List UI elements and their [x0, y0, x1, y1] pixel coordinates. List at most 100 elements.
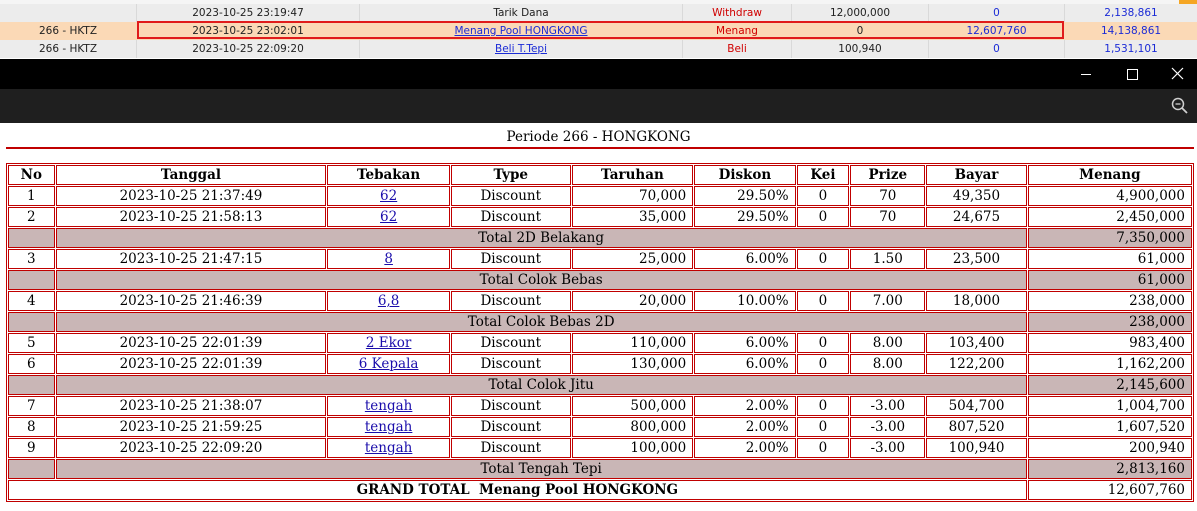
table-body: 1 2023-10-25 21:37:49 62 Discount 70,000 29.5…: [8, 186, 1192, 479]
cell-tanggal: 2023-10-25 22:01:39: [55, 354, 327, 374]
table-row: 1 2023-10-25 21:37:49 62 Discount 70,000 29.5…: [8, 186, 1192, 206]
cell-no: 3: [8, 249, 55, 269]
period-title: Periode 266 - HONGKONG: [506, 129, 691, 145]
cell-kei: 0: [796, 396, 850, 416]
tx-type: Withdraw: [712, 7, 762, 19]
cell-type: Discount: [450, 291, 571, 311]
transaction-history-strip: 2023-10-25 23:19:47 Tarik Dana Withdraw …: [0, 0, 1197, 59]
tebakan-link[interactable]: tengah: [365, 398, 413, 414]
popup-title-bar: [0, 59, 1197, 89]
cell-type: Discount: [450, 186, 571, 206]
cell-menang: 200,940: [1027, 438, 1192, 458]
popup-toolbar: [0, 89, 1197, 123]
tx-type: Beli: [727, 43, 747, 55]
cell-tanggal: 2023-10-25 21:58:13: [55, 207, 327, 227]
cell-diskon: 10.00%: [694, 291, 796, 311]
cell-prize: -3.00: [850, 396, 926, 416]
tx-description: Beli T.Tepi: [360, 40, 682, 58]
cell-taruhan: 800,000: [571, 417, 694, 437]
tx-datetime: 2023-10-25 22:09:20: [192, 43, 304, 55]
cell-taruhan: 25,000: [571, 249, 694, 269]
subtotal-spacer: [8, 228, 55, 248]
subtotal-row: Total Colok Jitu 2,145,600: [8, 375, 1192, 395]
cell-type: Discount: [450, 249, 571, 269]
tx-code: [0, 4, 136, 22]
subtotal-label: Total 2D Belakang: [55, 228, 1027, 248]
tebakan-link[interactable]: 8: [384, 251, 393, 267]
subtotal-value: 2,145,600: [1027, 375, 1192, 395]
cell-tanggal: 2023-10-25 21:38:07: [55, 396, 327, 416]
cell-tanggal: 2023-10-25 21:37:49: [55, 186, 327, 206]
maximize-icon[interactable]: [1109, 59, 1155, 89]
tebakan-link[interactable]: 6 Kepala: [359, 356, 419, 372]
subtotal-value: 238,000: [1027, 312, 1192, 332]
cell-tanggal: 2023-10-25 21:59:25: [55, 417, 327, 437]
tx-code: 266 - HKTZ: [38, 43, 98, 55]
cell-diskon: 2.00%: [694, 438, 796, 458]
tebakan-link[interactable]: 2 Ekor: [366, 335, 412, 351]
header-tebakan: Tebakan: [327, 165, 450, 185]
cell-no: 4: [8, 291, 55, 311]
selected-row-highlight: [137, 21, 1064, 39]
tebakan-link[interactable]: tengah: [365, 419, 413, 435]
tx-debit: 12,000,000: [829, 7, 891, 19]
cell-no: 9: [8, 438, 55, 458]
cell-tanggal: 2023-10-25 21:47:15: [55, 249, 327, 269]
cell-no: 1: [8, 186, 55, 206]
cell-menang: 1,607,520: [1027, 417, 1192, 437]
title-divider: [6, 147, 1194, 149]
tx-credit: 0: [993, 7, 1000, 19]
cell-kei: 0: [796, 438, 850, 458]
header-menang: Menang: [1027, 165, 1192, 185]
cell-kei: 0: [796, 249, 850, 269]
cell-bayar: 100,940: [926, 438, 1027, 458]
header-tanggal: Tanggal: [55, 165, 327, 185]
tebakan-link[interactable]: 6,8: [378, 293, 399, 309]
zoom-out-icon[interactable]: [1169, 95, 1191, 117]
header-diskon: Diskon: [694, 165, 796, 185]
close-icon[interactable]: [1151, 59, 1197, 89]
subtotal-label: Total Colok Bebas: [55, 270, 1027, 290]
tx-description-link[interactable]: Beli T.Tepi: [495, 43, 547, 55]
minimize-icon[interactable]: [1063, 59, 1109, 89]
subtotal-spacer: [8, 270, 55, 290]
cell-taruhan: 100,000: [571, 438, 694, 458]
tx-credit: 0: [993, 43, 1000, 55]
cell-diskon: 2.00%: [694, 396, 796, 416]
cell-diskon: 2.00%: [694, 417, 796, 437]
cell-tebakan: 6 Kepala: [327, 354, 450, 374]
cell-diskon: 29.50%: [694, 207, 796, 227]
cell-taruhan: 110,000: [571, 333, 694, 353]
subtotal-row: Total Colok Bebas 2D 238,000: [8, 312, 1192, 332]
cell-no: 5: [8, 333, 55, 353]
tebakan-link[interactable]: 62: [380, 188, 397, 204]
bet-detail-panel: Periode 266 - HONGKONG No Tanggal Tebaka…: [0, 123, 1197, 511]
cell-no: 2: [8, 207, 55, 227]
cell-prize: 1.50: [850, 249, 926, 269]
cell-kei: 0: [796, 417, 850, 437]
cell-tebakan: 2 Ekor: [327, 333, 450, 353]
cell-kei: 0: [796, 207, 850, 227]
tebakan-link[interactable]: tengah: [365, 440, 413, 456]
tebakan-link[interactable]: 62: [380, 209, 397, 225]
subtotal-spacer: [8, 312, 55, 332]
cell-tebakan: tengah: [327, 417, 450, 437]
grand-total-row: GRAND TOTAL Menang Pool HONGKONG 12,607,…: [8, 480, 1192, 500]
cell-tanggal: 2023-10-25 21:46:39: [55, 291, 327, 311]
header-kei: Kei: [796, 165, 850, 185]
subtotal-label: Total Colok Bebas 2D: [55, 312, 1027, 332]
cell-prize: 70: [850, 207, 926, 227]
cell-bayar: 122,200: [926, 354, 1027, 374]
cell-taruhan: 500,000: [571, 396, 694, 416]
cell-tebakan: 8: [327, 249, 450, 269]
cell-prize: -3.00: [850, 417, 926, 437]
tx-datetime: 2023-10-25 23:19:47: [192, 7, 304, 19]
header-taruhan: Taruhan: [571, 165, 694, 185]
cell-no: 6: [8, 354, 55, 374]
header-prize: Prize: [850, 165, 926, 185]
cell-menang: 1,162,200: [1027, 354, 1192, 374]
table-row: 4 2023-10-25 21:46:39 6,8 Discount 20,000 10.…: [8, 291, 1192, 311]
cell-kei: 0: [796, 333, 850, 353]
cell-type: Discount: [450, 417, 571, 437]
table-row: 9 2023-10-25 22:09:20 tengah Discount 100,00…: [8, 438, 1192, 458]
